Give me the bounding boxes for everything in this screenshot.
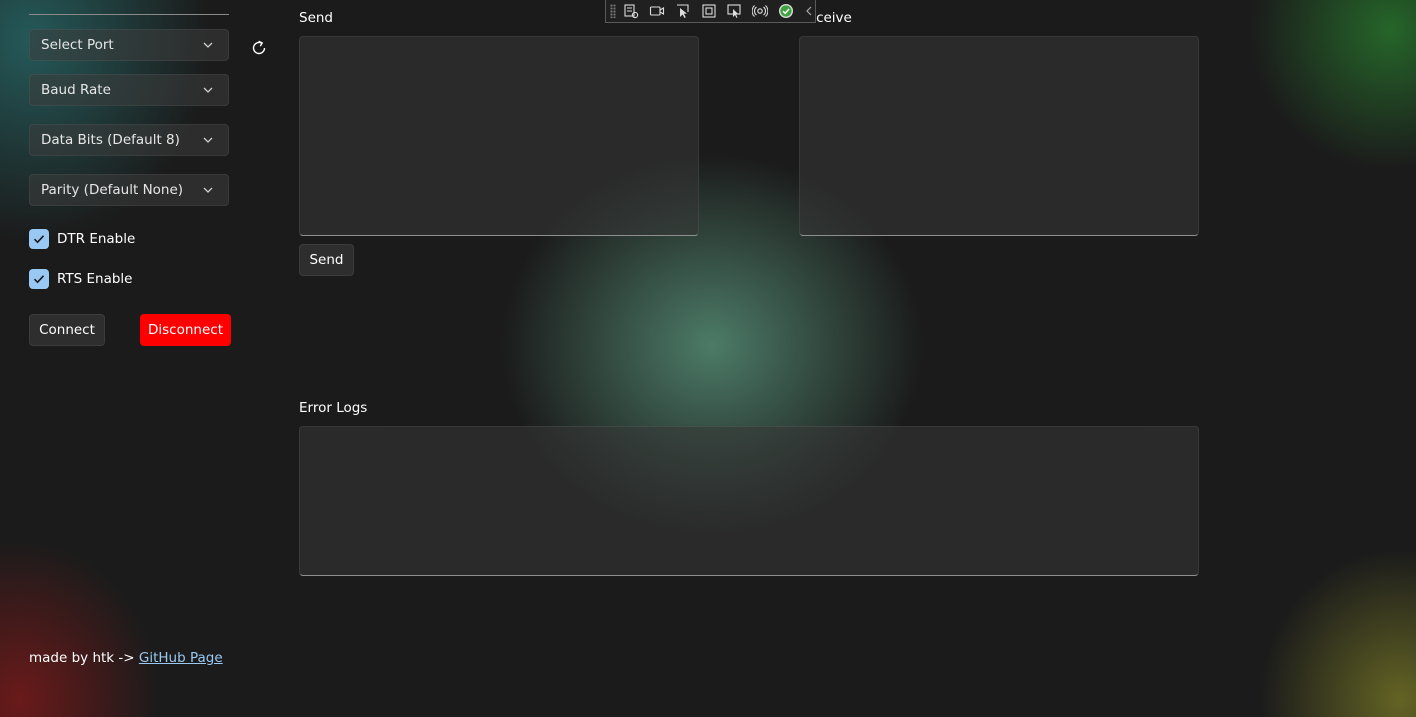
- display-layout-icon[interactable]: [700, 2, 718, 20]
- error-logs-textbox[interactable]: [299, 426, 1199, 576]
- receive-textbox[interactable]: [799, 36, 1199, 236]
- dtr-enable-label: DTR Enable: [57, 231, 136, 247]
- footer-credit: made by htk -> GitHub Page: [29, 650, 223, 666]
- rts-enable-checkbox[interactable]: RTS Enable: [29, 269, 133, 289]
- collapse-toolbar-icon[interactable]: [803, 2, 815, 20]
- github-page-link[interactable]: GitHub Page: [139, 650, 223, 666]
- send-section-label: Send: [299, 10, 334, 26]
- camera-icon[interactable]: [648, 2, 666, 20]
- connect-button[interactable]: Connect: [29, 314, 105, 346]
- checkmark-icon: [33, 235, 45, 244]
- hot-reload-icon[interactable]: [751, 2, 769, 20]
- parity-label: Parity (Default None): [41, 182, 184, 198]
- send-button[interactable]: Send: [299, 244, 354, 276]
- footer-text: made by htk ->: [29, 650, 139, 666]
- debug-toolbar: [605, 0, 816, 23]
- checkmark-icon: [33, 275, 45, 284]
- baud-rate-label: Baud Rate: [41, 82, 111, 98]
- send-textbox[interactable]: [299, 36, 699, 236]
- data-bits-combo[interactable]: Data Bits (Default 8): [29, 124, 229, 156]
- checkbox-box[interactable]: [29, 229, 49, 249]
- select-element-icon[interactable]: [674, 2, 692, 20]
- data-bits-label: Data Bits (Default 8): [41, 132, 180, 148]
- app-window: Select Port Baud Rate Data Bits (Default…: [0, 0, 1416, 717]
- chevron-down-icon: [203, 42, 213, 48]
- status-ok-icon[interactable]: [777, 2, 795, 20]
- toolbar-grip[interactable]: [610, 4, 616, 18]
- select-port-combo[interactable]: Select Port: [29, 29, 229, 61]
- parity-combo[interactable]: Parity (Default None): [29, 174, 229, 206]
- chevron-down-icon: [203, 187, 213, 193]
- baud-rate-combo[interactable]: Baud Rate: [29, 74, 229, 106]
- rts-enable-label: RTS Enable: [57, 271, 133, 287]
- select-port-label: Select Port: [41, 37, 114, 53]
- error-logs-label: Error Logs: [299, 400, 368, 416]
- track-focus-icon[interactable]: [725, 2, 743, 20]
- disconnect-button[interactable]: Disconnect: [140, 314, 231, 346]
- refresh-icon[interactable]: [249, 38, 269, 58]
- chevron-down-icon: [203, 137, 213, 143]
- checkbox-box[interactable]: [29, 269, 49, 289]
- visual-tree-icon[interactable]: [622, 2, 640, 20]
- dtr-enable-checkbox[interactable]: DTR Enable: [29, 229, 135, 249]
- sidebar-divider: [29, 14, 229, 15]
- chevron-down-icon: [203, 87, 213, 93]
